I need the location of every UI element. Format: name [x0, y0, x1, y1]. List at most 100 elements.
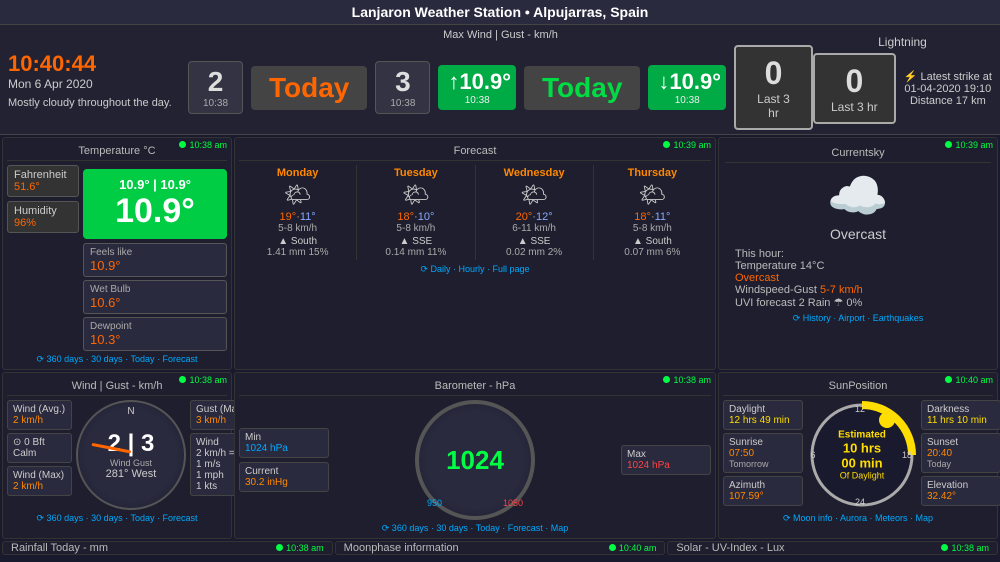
- sky-windspeed: Windspeed-Gust 5-7 km/h: [735, 284, 981, 296]
- darkness-label: Darkness: [927, 404, 995, 415]
- sky-temp: Temperature 14°C: [735, 260, 981, 272]
- baro-current-label: Current: [245, 466, 323, 477]
- gauge-labels: 950 1050: [419, 498, 531, 508]
- day-wind-0: 5-8 km/h: [241, 223, 354, 234]
- wind-gust-down-val: ↓10.9°: [658, 69, 716, 95]
- wind-footer[interactable]: ⟳ 360 days · 30 days · Today · Forecast: [7, 513, 227, 524]
- baro-min-val: 1024 hPa: [245, 443, 323, 454]
- station-location: Alpujarras, Spain: [533, 4, 648, 20]
- compass-north: N: [127, 406, 134, 417]
- max-wind-section: Max Wind | Gust - km/h 2 10:38 Today 3 1…: [188, 29, 813, 130]
- feels-like-box: Feels like 10.9°: [83, 243, 227, 277]
- compass-wg-label: Wind Gust: [106, 458, 157, 468]
- estimated-label: Estimated: [835, 430, 890, 441]
- day-rain-3: 0.07 mm 6%: [596, 247, 709, 258]
- forecast-day-tuesday: Tuesday 🌤 18°·10° 5-8 km/h ▲ SSE 0.14 mm…: [357, 165, 475, 260]
- wind-time-1: 10:38: [199, 98, 232, 109]
- humidity-val: 96%: [14, 217, 72, 229]
- feels-like-label: Feels like: [90, 247, 220, 258]
- humidity-label: Humidity: [14, 205, 72, 217]
- elevation-label: Elevation: [927, 480, 995, 491]
- daylight-label: Daylight: [729, 404, 797, 415]
- sunrise-sub: Tomorrow: [729, 459, 797, 469]
- gauge-value: 1024: [446, 445, 504, 476]
- svg-text:12: 12: [855, 404, 865, 414]
- clock-label: Of Daylight: [835, 471, 890, 481]
- forecast-panel-title: Forecast: [239, 142, 711, 161]
- day-name-2: Wednesday: [478, 167, 591, 179]
- baro-timestamp: 10:38 am: [663, 375, 711, 385]
- moonphase-title: Moonphase information: [344, 542, 459, 554]
- baro-max-val: 1024 hPa: [627, 460, 705, 471]
- sky-details: This hour: Temperature 14°C Overcast Win…: [725, 248, 991, 309]
- sun-footer[interactable]: ⟳ Moon info · Aurora · Meteors · Map: [723, 513, 993, 524]
- wind-gust-up: ↑10.9° 10:38: [438, 65, 516, 110]
- svg-text:24: 24: [855, 497, 865, 507]
- azimuth-stat: Azimuth 107.59°: [723, 476, 803, 506]
- day-rain-2: 0.02 mm 2%: [478, 247, 591, 258]
- rainfall-panel: Rainfall Today - mm 10:38 am: [2, 541, 333, 555]
- elevation-stat: Elevation 32.42°: [921, 476, 1000, 506]
- wind-zero: 0: [752, 55, 795, 92]
- rainfall-ts: 10:38 am: [276, 543, 324, 553]
- day-dir-2: ▲ SSE: [478, 236, 591, 247]
- lightning-distance: Distance 17 km: [904, 95, 992, 107]
- fahrenheit-label: Fahrenheit: [14, 169, 72, 181]
- baro-footer[interactable]: ⟳ 360 days · 30 days · Today · Forecast …: [239, 523, 711, 534]
- forecast-timestamp: 10:39 am: [663, 140, 711, 150]
- humidity-badge: Humidity 96%: [7, 201, 79, 233]
- azimuth-val: 107.59°: [729, 491, 797, 502]
- wind-today-label: Today: [251, 66, 367, 110]
- temp-footer[interactable]: ⟳ 360 days · 30 days · Today · Forecast: [7, 354, 227, 365]
- baro-max: Max 1024 hPa: [621, 445, 711, 475]
- compass-nums: 2 | 3: [106, 430, 157, 458]
- day-dir-0: ▲ South: [241, 236, 354, 247]
- sky-status: Overcast: [725, 226, 991, 242]
- forecast-footer[interactable]: ⟳ Daily · Hourly · Full page: [239, 264, 711, 275]
- compass-center: 2 | 3 Wind Gust 281° West: [106, 430, 157, 480]
- sun-timestamp: 10:40 am: [945, 375, 993, 385]
- day-temps-2: 20°·12°: [478, 211, 591, 223]
- fahrenheit-val: 51.6°: [14, 181, 72, 193]
- wind-max: Wind (Max) 2 km/h: [7, 466, 72, 496]
- sky-footer[interactable]: ⟳ History · Airport · Earthquakes: [725, 313, 991, 324]
- day-temps-0: 19°·11°: [241, 211, 354, 223]
- lightning-latest: ⚡ Latest strike at: [904, 70, 992, 83]
- wind-compass: N 2 | 3 Wind Gust 281° West: [76, 400, 186, 510]
- baro-max-label: Max: [627, 449, 705, 460]
- wind-bft: ⊙ 0 Bft Calm: [7, 433, 72, 463]
- compass-deg: 281° West: [106, 468, 157, 480]
- forecast-days: Monday 🌤 19°·11° 5-8 km/h ▲ South 1.41 m…: [239, 165, 711, 260]
- lightning-info: ⚡ Latest strike at 01-04-2020 19:10 Dist…: [904, 70, 992, 107]
- wind-val-1: 2: [199, 66, 232, 98]
- header-dot: •: [525, 4, 533, 20]
- day-dir-3: ▲ South: [596, 236, 709, 247]
- wind-last3hr: 0 Last 3 hr: [734, 45, 813, 130]
- sun-clock-face: 12 18 24 6 Estimated 10 hrs 00 min Of Da…: [807, 400, 917, 510]
- wind-box-1: 2 10:38: [188, 61, 243, 114]
- forecast-day-thursday: Thursday 🌤 18°·11° 5-8 km/h ▲ South 0.07…: [594, 165, 711, 260]
- wind-gust-down: ↓10.9° 10:38: [648, 65, 726, 110]
- sky-overcast: Overcast: [735, 272, 981, 284]
- date: Mon 6 Apr 2020: [8, 77, 188, 91]
- sunset-sub: Today: [927, 459, 995, 469]
- wind-section-title: Max Wind | Gust - km/h: [188, 29, 813, 41]
- fahrenheit-badge: Fahrenheit 51.6°: [7, 165, 79, 197]
- wind-today-2-label: Today: [524, 66, 640, 110]
- azimuth-label: Azimuth: [729, 480, 797, 491]
- lightning-date: 01-04-2020 19:10: [904, 83, 992, 95]
- wet-bulb-box: Wet Bulb 10.6°: [83, 280, 227, 314]
- baro-min: Min 1024 hPa: [239, 428, 329, 458]
- day-icon-3: 🌤: [596, 182, 709, 208]
- wind-box-2: 3 10:38: [375, 61, 430, 114]
- day-rain-0: 1.41 mm 15%: [241, 247, 354, 258]
- wet-bulb-label: Wet Bulb: [90, 284, 220, 295]
- lightning-box: 0 Last 3 hr: [813, 53, 896, 124]
- darkness-stat: Darkness 11 hrs 10 min: [921, 400, 1000, 430]
- sunrise-label: Sunrise: [729, 437, 797, 448]
- day-rain-1: 0.14 mm 11%: [359, 247, 472, 258]
- lightning-title: Lightning: [813, 35, 992, 49]
- wind-last3hr-label: Last 3 hr: [752, 92, 795, 120]
- day-icon-1: 🌤: [359, 182, 472, 208]
- svg-text:6: 6: [810, 450, 815, 460]
